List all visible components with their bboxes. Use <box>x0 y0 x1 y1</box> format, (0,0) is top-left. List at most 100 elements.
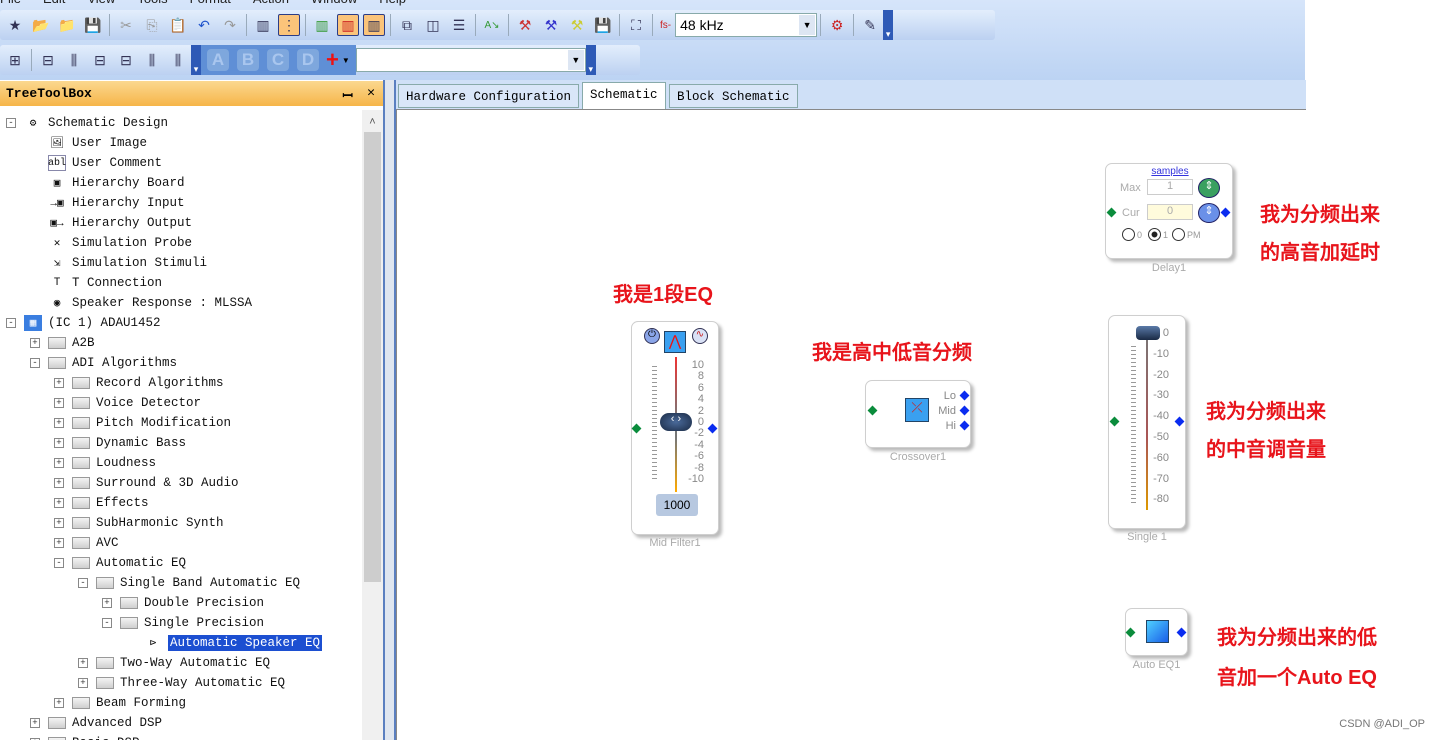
save-icon[interactable]: 💾 <box>82 14 104 36</box>
cascade-icon[interactable]: ⧉ <box>396 14 418 36</box>
scroll-thumb[interactable] <box>364 132 381 582</box>
align-left-icon[interactable]: ⊟ <box>37 49 59 71</box>
link-compile-download-icon[interactable]: ⚒ <box>566 14 588 36</box>
tree-item[interactable]: ⊳ Automatic Speaker EQ <box>144 633 323 653</box>
tree-item[interactable]: →▣ Hierarchy Input <box>48 193 184 213</box>
expand-icon[interactable]: + <box>54 698 64 708</box>
delay-block[interactable]: samples Max 1 ⇕ Cur 0 ⇕ 0 1 PM <box>1105 163 1233 259</box>
mid-filter-block[interactable]: ⏻ ⋀ ∿ 10 8 6 4 2 0 -2 -4 -6 -8 -10 ‹ › 1000 <box>631 321 719 535</box>
menu-window[interactable]: Window <box>311 0 357 6</box>
tree-item[interactable]: abl User Comment <box>48 153 162 173</box>
letter-b-button[interactable]: B <box>237 49 259 71</box>
tree-item[interactable]: Surround & 3D Audio <box>72 473 239 493</box>
toolbar-grip[interactable]: ▾ <box>585 45 596 75</box>
expand-icon[interactable]: + <box>54 418 64 428</box>
tree-item[interactable]: Double Precision <box>120 593 264 613</box>
save-eeprom-icon[interactable]: 💾 <box>592 14 614 36</box>
tree-item[interactable]: Effects <box>72 493 149 513</box>
tree-item[interactable]: A2B <box>48 333 95 353</box>
add-button[interactable]: + <box>326 47 339 73</box>
letter-d-button[interactable]: D <box>297 49 319 71</box>
open-icon[interactable]: 📂 <box>30 14 52 36</box>
crossover-block[interactable]: ⤫ Lo Mid Hi <box>865 380 971 448</box>
tree-item[interactable]: Single Precision <box>120 613 264 633</box>
volume-slider-track[interactable] <box>1146 330 1148 510</box>
settings-chip-icon[interactable]: ⚙ <box>826 14 848 36</box>
expand-icon[interactable]: + <box>54 478 64 488</box>
expand-icon[interactable]: + <box>54 538 64 548</box>
sample-rate-select[interactable]: 48 kHz ▼ <box>675 13 818 37</box>
undo-icon[interactable]: ↶ <box>193 14 215 36</box>
expand-icon[interactable]: + <box>102 598 112 608</box>
expand-icon[interactable]: + <box>54 398 64 408</box>
cur-field[interactable]: 0 <box>1147 204 1193 220</box>
tree-item[interactable]: SubHarmonic Synth <box>72 513 224 533</box>
toolbar-grip[interactable]: ▾ <box>883 10 894 40</box>
paste-icon[interactable]: 📋 <box>167 14 189 36</box>
expand-icon[interactable]: + <box>54 458 64 468</box>
frequency-field[interactable]: 1000 <box>656 494 698 516</box>
max-spin-icon[interactable]: ⇕ <box>1198 178 1220 198</box>
new-icon[interactable]: ★ <box>4 14 26 36</box>
layout-gray-icon[interactable]: ▥ <box>363 14 385 36</box>
layout-red-icon[interactable]: ▥ <box>337 14 359 36</box>
collapse-icon[interactable]: - <box>102 618 112 628</box>
tab-block-schematic[interactable]: Block Schematic <box>669 84 798 108</box>
align-top-icon[interactable]: ⊟ <box>115 49 137 71</box>
component-select[interactable]: ▼ <box>355 48 586 72</box>
tree-item[interactable]: Loudness <box>72 453 156 473</box>
expand-icon[interactable]: + <box>78 658 88 668</box>
tree-item[interactable]: Voice Detector <box>72 393 201 413</box>
tree-view-icon[interactable]: ⋮ <box>278 14 300 36</box>
tree-item[interactable]: Automatic EQ <box>72 553 186 573</box>
panel-splitter[interactable] <box>383 80 396 740</box>
tree-item[interactable]: Three-Way Automatic EQ <box>96 673 285 693</box>
scroll-up-icon[interactable]: ˄ <box>362 116 383 128</box>
menu-help[interactable]: Help <box>379 0 406 6</box>
copy-icon[interactable]: ⎘ <box>141 14 163 36</box>
add-dropdown-icon[interactable]: ▼ <box>342 56 350 65</box>
radio-0[interactable] <box>1122 228 1135 241</box>
expand-icon[interactable]: + <box>54 518 64 528</box>
menu-format[interactable]: Format <box>190 0 231 6</box>
letter-a-button[interactable]: A <box>207 49 229 71</box>
tree-item[interactable]: ▣→ Hierarchy Output <box>48 213 192 233</box>
collapse-icon[interactable]: - <box>30 358 40 368</box>
view-icon[interactable]: ▥ <box>252 14 274 36</box>
expand-icon[interactable]: + <box>54 498 64 508</box>
chevron-down-icon[interactable]: ▼ <box>799 15 816 35</box>
tab-schematic[interactable]: Schematic <box>582 82 666 109</box>
link-compile-icon[interactable]: ⚒ <box>514 14 536 36</box>
radio-1-selected[interactable] <box>1148 228 1162 241</box>
cut-icon[interactable]: ✂ <box>115 14 137 36</box>
tree-item[interactable]: Single Band Automatic EQ <box>96 573 300 593</box>
tree-item[interactable]: Basic DSP <box>48 733 140 740</box>
hierarchy-icon[interactable]: ⛶ <box>625 14 647 36</box>
collapse-icon[interactable]: - <box>6 118 16 128</box>
gain-slider-knob[interactable]: ‹ › <box>660 413 692 431</box>
peaking-filter-icon[interactable]: ⋀ <box>664 331 686 353</box>
layout-icon[interactable]: ⊞ <box>4 49 26 71</box>
tree-item[interactable]: ⇲ Simulation Stimuli <box>48 253 207 273</box>
tile-vertical-icon[interactable]: ◫ <box>422 14 444 36</box>
letter-c-button[interactable]: C <box>267 49 289 71</box>
max-field[interactable]: 1 <box>1147 179 1193 195</box>
tree-item[interactable]: Record Algorithms <box>72 373 224 393</box>
radio-pm[interactable] <box>1172 228 1186 241</box>
chevron-down-icon[interactable]: ▼ <box>567 50 584 70</box>
cur-spin-icon[interactable]: ⇕ <box>1198 203 1220 223</box>
expand-icon[interactable]: + <box>30 718 40 728</box>
collapse-icon[interactable]: - <box>6 318 16 328</box>
tree-item[interactable]: Dynamic Bass <box>72 433 186 453</box>
expand-icon[interactable]: + <box>54 378 64 388</box>
power-icon[interactable]: ⏻ <box>644 328 660 344</box>
tree-item[interactable]: 🖼 User Image <box>48 133 147 153</box>
tree-item[interactable]: Advanced DSP <box>48 713 162 733</box>
collapse-icon[interactable]: - <box>54 558 64 568</box>
layout-green-icon[interactable]: ▥ <box>311 14 333 36</box>
menu-view[interactable]: View <box>87 0 115 6</box>
menu-tools[interactable]: Tools <box>137 0 167 6</box>
tree-item[interactable]: ✕ Simulation Probe <box>48 233 192 253</box>
tree-item[interactable]: Pitch Modification <box>72 413 231 433</box>
expand-icon[interactable]: + <box>30 338 40 348</box>
